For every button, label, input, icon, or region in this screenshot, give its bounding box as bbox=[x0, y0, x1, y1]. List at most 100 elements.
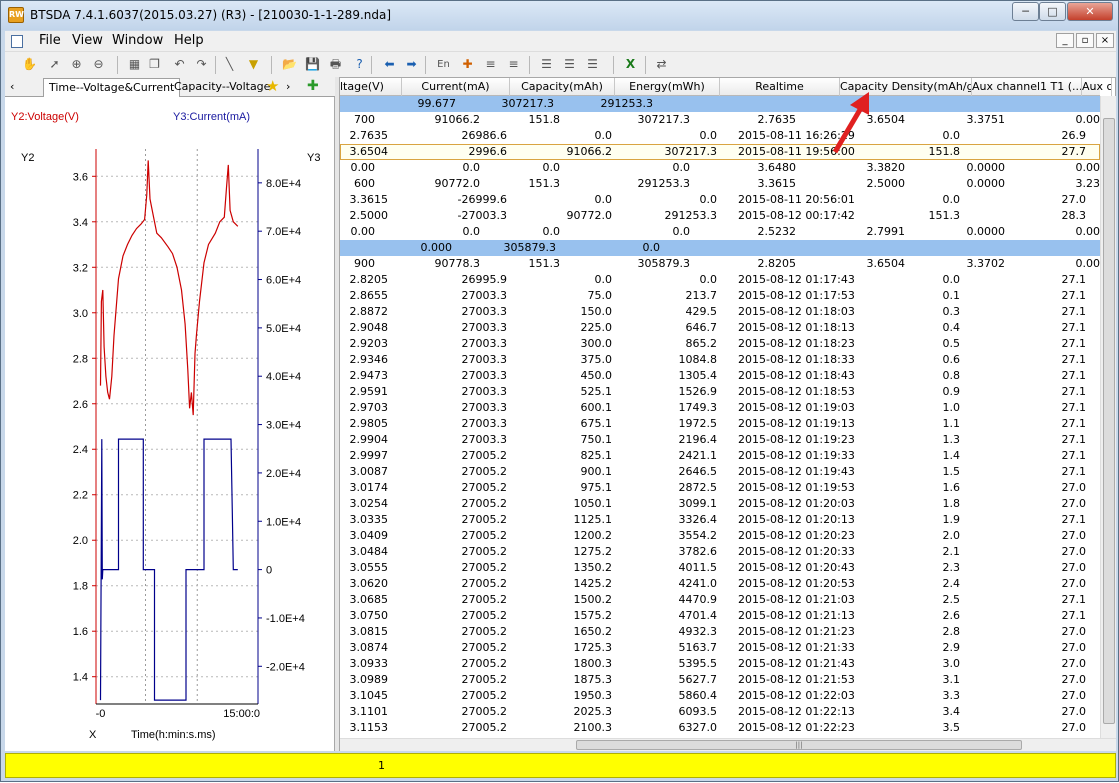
copy-icon[interactable]: ❐ bbox=[146, 56, 163, 73]
excel-icon[interactable]: X bbox=[622, 56, 639, 73]
table-row[interactable]: 3.1045 27005.2 1950.3 5860.4 2015-08-12 01:2… bbox=[340, 688, 1100, 704]
list3-icon[interactable]: ☰ bbox=[584, 56, 601, 73]
column-header[interactable]: Realtime bbox=[720, 78, 840, 96]
table-row[interactable]: 3.6504 2996.6 91066.2 307217.3 2015-08-11 19… bbox=[340, 144, 1100, 160]
table-row[interactable]: 3.0989 27005.2 1875.3 5627.7 2015-08-12 01:2… bbox=[340, 672, 1100, 688]
summary-row[interactable]: 99.677 307217.3 291253.3 bbox=[340, 96, 1100, 112]
title-bar[interactable]: RW BTSDA 7.4.1.6037(2015.03.27) (R3) - [… bbox=[1, 1, 1118, 30]
zoom-in-icon[interactable]: ⊕ bbox=[68, 56, 85, 73]
table-row[interactable]: 3.0555 27005.2 1350.2 4011.5 2015-08-12 01:2… bbox=[340, 560, 1100, 576]
open-icon[interactable]: 📂 bbox=[281, 56, 298, 73]
toolbar: ✋ ➚ ⊕ ⊖ ▦ ❐ ↶ ↷ ╲ ▼ 📂 💾 🖶? ⬅ ➡ En ✚ ≡ ≡ ☰ ☰ ☰ X ⇄ bbox=[5, 51, 1116, 77]
table-row[interactable]: 3.0254 27005.2 1050.1 3099.1 2015-08-12 01:2… bbox=[340, 496, 1100, 512]
convert-icon[interactable]: ⇄ bbox=[653, 56, 670, 73]
vertical-scrollbar[interactable] bbox=[1100, 96, 1116, 738]
table-row[interactable]: 2.9805 27003.3 675.1 1972.5 2015-08-12 01:19… bbox=[340, 416, 1100, 432]
voltage-current-chart[interactable]: Y2:Voltage(V) Y3:Current(mA) Y2 Y3 1.4 1.6 1.8… bbox=[5, 97, 335, 751]
tab-scroll-left[interactable]: ‹ bbox=[5, 78, 19, 97]
table-row[interactable]: 3.0409 27005.2 1200.2 3554.2 2015-08-12 01:2… bbox=[340, 528, 1100, 544]
horizontal-scrollbar[interactable]: ||| bbox=[340, 738, 1116, 751]
table-row[interactable]: 900 90778.3 151.3 305879.3 2.8205 3.6504 3.370… bbox=[340, 256, 1100, 272]
print-icon[interactable]: 🖶 bbox=[327, 56, 344, 73]
column-header[interactable]: Capacity(mAh) bbox=[510, 78, 615, 96]
menu-window[interactable]: Window bbox=[112, 33, 163, 48]
filter-icon[interactable]: ▼ bbox=[245, 56, 262, 73]
table-row[interactable]: 3.0874 27005.2 1725.3 5163.7 2015-08-12 01:2… bbox=[340, 640, 1100, 656]
table-row[interactable]: 2.9048 27003.3 225.0 646.7 2015-08-12 01:18:… bbox=[340, 320, 1100, 336]
table-row[interactable]: 2.9997 27005.2 825.1 2421.1 2015-08-12 01:19… bbox=[340, 448, 1100, 464]
back-icon[interactable]: ⬅ bbox=[381, 56, 398, 73]
table-row[interactable]: 3.0484 27005.2 1275.2 3782.6 2015-08-12 01:2… bbox=[340, 544, 1100, 560]
vertical-scroll-thumb[interactable] bbox=[1103, 118, 1115, 724]
forward-icon[interactable]: ➡ bbox=[403, 56, 420, 73]
lang-icon[interactable]: En bbox=[435, 56, 452, 73]
app-icon[interactable]: RW bbox=[8, 7, 24, 23]
save-icon[interactable]: 💾 bbox=[304, 56, 321, 73]
table-row[interactable]: 2.5000 -27003.3 90772.0 291253.3 2015-08-12 … bbox=[340, 208, 1100, 224]
table-row[interactable]: 3.0335 27005.2 1125.1 3326.4 2015-08-12 01:2… bbox=[340, 512, 1100, 528]
menu-file[interactable]: File bbox=[39, 33, 61, 48]
column-header[interactable]: ltage(V) bbox=[340, 78, 402, 96]
line-tool-icon[interactable]: ╲ bbox=[221, 56, 238, 73]
column-header[interactable]: Capacity Density(mAh/g) bbox=[840, 78, 972, 96]
table-row[interactable]: 2.7635 26986.6 0.0 0.0 2015-08-11 16:26:29 0.… bbox=[340, 128, 1100, 144]
table-row[interactable]: 2.9203 27003.3 300.0 865.2 2015-08-12 01:18:… bbox=[340, 336, 1100, 352]
table-row[interactable]: 2.9904 27003.3 750.1 2196.4 2015-08-12 01:19… bbox=[340, 432, 1100, 448]
pointer-icon[interactable]: ➚ bbox=[46, 56, 63, 73]
table-row[interactable]: 2.9346 27003.3 375.0 1084.8 2015-08-12 01:18… bbox=[340, 352, 1100, 368]
table-row[interactable]: 3.0087 27005.2 900.1 2646.5 2015-08-12 01:19… bbox=[340, 464, 1100, 480]
menu-help[interactable]: Help bbox=[174, 33, 204, 48]
summary-row[interactable]: 0.000 305879.3 0.0 bbox=[340, 240, 1100, 256]
table-row[interactable]: 3.3615 -26999.6 0.0 0.0 2015-08-11 20:56:01 0… bbox=[340, 192, 1100, 208]
table-row[interactable]: 3.1153 27005.2 2100.3 6327.0 2015-08-12 01:2… bbox=[340, 720, 1100, 736]
tab-scroll-right[interactable]: › bbox=[281, 78, 295, 97]
table-icon[interactable]: ▦ bbox=[126, 56, 143, 73]
table-row[interactable]: 3.0815 27005.2 1650.2 4932.3 2015-08-12 01:2… bbox=[340, 624, 1100, 640]
maximize-button[interactable]: □ bbox=[1039, 2, 1066, 21]
table-row[interactable]: 3.0685 27005.2 1500.2 4470.9 2015-08-12 01:2… bbox=[340, 592, 1100, 608]
document-icon[interactable] bbox=[11, 35, 23, 48]
menu-view[interactable]: View bbox=[72, 33, 103, 48]
list2-icon[interactable]: ☰ bbox=[561, 56, 578, 73]
mdi-minimize-button[interactable]: _ bbox=[1056, 33, 1074, 48]
table-row[interactable]: 3.1101 27005.2 2025.3 6093.5 2015-08-12 01:2… bbox=[340, 704, 1100, 720]
table-row[interactable]: 600 90772.0 151.3 291253.3 3.3615 2.5000 0.000… bbox=[340, 176, 1100, 192]
close-button[interactable]: ✕ bbox=[1067, 2, 1113, 21]
tab-capacity-voltage[interactable]: Capacity--Voltage bbox=[169, 78, 275, 97]
marker-icon[interactable]: ✚ bbox=[459, 56, 476, 73]
align-icon[interactable]: ≡ bbox=[482, 56, 499, 73]
table-row[interactable]: 3.0933 27005.2 1800.3 5395.5 2015-08-12 01:2… bbox=[340, 656, 1100, 672]
table-row[interactable]: 2.8872 27003.3 150.0 429.5 2015-08-12 01:18:… bbox=[340, 304, 1100, 320]
minimize-button[interactable]: ─ bbox=[1012, 2, 1039, 21]
undo-icon[interactable]: ↶ bbox=[171, 56, 188, 73]
hand-icon[interactable]: ✋ bbox=[21, 56, 38, 73]
table-row[interactable]: 700 91066.2 151.8 307217.3 2.7635 3.6504 3.375… bbox=[340, 112, 1100, 128]
column-header[interactable]: Aux channel1 T1 (... bbox=[972, 78, 1082, 96]
column-header[interactable]: Energy(mWh) bbox=[615, 78, 720, 96]
table-cell: 5163.7 bbox=[678, 641, 718, 654]
add-icon[interactable]: ✚ bbox=[307, 78, 319, 94]
help-icon[interactable]: ? bbox=[351, 56, 368, 73]
table-row[interactable]: 3.0750 27005.2 1575.2 4701.4 2015-08-12 01:2… bbox=[340, 608, 1100, 624]
table-cell: 865.2 bbox=[685, 337, 718, 350]
table-row[interactable]: 0.00 0.0 0.0 0.0 3.6480 3.3820 0.0000 0.00 bbox=[340, 160, 1101, 176]
table-row[interactable]: 2.9703 27003.3 600.1 1749.3 2015-08-12 01:19… bbox=[340, 400, 1100, 416]
align2-icon[interactable]: ≡ bbox=[505, 56, 522, 73]
table-row[interactable]: 2.9473 27003.3 450.0 1305.4 2015-08-12 01:18… bbox=[340, 368, 1100, 384]
table-row[interactable]: 3.0174 27005.2 975.1 2872.5 2015-08-12 01:19… bbox=[340, 480, 1100, 496]
table-row[interactable]: 2.9591 27003.3 525.1 1526.9 2015-08-12 01:18… bbox=[340, 384, 1100, 400]
table-row[interactable]: 0.00 0.0 0.0 0.0 2.5232 2.7991 0.0000 0.00 bbox=[340, 224, 1101, 240]
mdi-restore-button[interactable]: ▫ bbox=[1076, 33, 1094, 48]
column-header[interactable]: Aux c bbox=[1082, 78, 1112, 96]
list-icon[interactable]: ☰ bbox=[538, 56, 555, 73]
star-icon[interactable]: ★ bbox=[266, 77, 279, 95]
table-row[interactable]: 3.0620 27005.2 1425.2 4241.0 2015-08-12 01:2… bbox=[340, 576, 1100, 592]
column-header[interactable]: Current(mA) bbox=[402, 78, 510, 96]
horizontal-scroll-thumb[interactable]: ||| bbox=[576, 740, 1022, 750]
mdi-close-button[interactable]: × bbox=[1096, 33, 1114, 48]
table-row[interactable]: 2.8205 26995.9 0.0 0.0 2015-08-12 01:17:43 0.… bbox=[340, 272, 1100, 288]
zoom-out-icon[interactable]: ⊖ bbox=[90, 56, 107, 73]
redo-icon[interactable]: ↷ bbox=[193, 56, 210, 73]
table-row[interactable]: 2.8655 27003.3 75.0 213.7 2015-08-12 01:17:5… bbox=[340, 288, 1100, 304]
tab-time-voltage-current[interactable]: Time--Voltage&Current bbox=[43, 78, 181, 97]
